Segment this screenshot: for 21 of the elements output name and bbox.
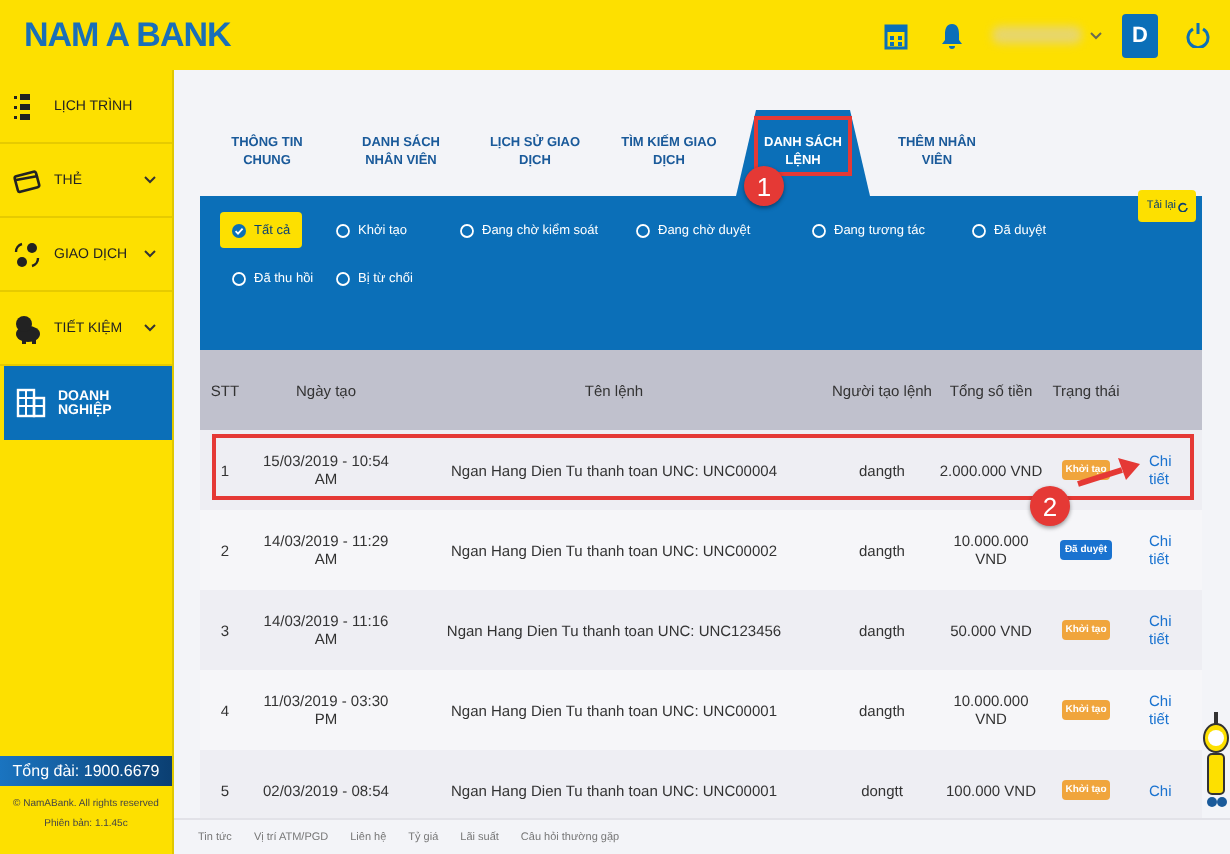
radio-icon	[636, 223, 650, 237]
radio-icon	[460, 223, 474, 237]
radio-icon	[232, 271, 246, 285]
logo[interactable]: NAM A BANK	[24, 15, 231, 55]
refresh-icon	[1178, 201, 1188, 211]
radio-icon	[336, 271, 350, 285]
coins-icon	[12, 239, 42, 269]
bell-icon[interactable]	[940, 21, 964, 49]
radio-icon	[812, 223, 826, 237]
caret-icon[interactable]	[1090, 31, 1102, 39]
building-icon	[16, 388, 46, 418]
piggy-bank-icon	[12, 313, 42, 343]
radio-icon	[336, 223, 350, 237]
card-icon	[12, 165, 42, 195]
avatar[interactable]: D	[1122, 13, 1158, 57]
calendar-icon[interactable]	[884, 21, 908, 49]
power-icon[interactable]	[1186, 22, 1210, 48]
hotline-bar: Tổng đài: 1900.6679	[0, 756, 172, 786]
radio-icon	[972, 223, 986, 237]
check-circle-icon	[232, 223, 246, 237]
blurred-username	[992, 26, 1082, 44]
